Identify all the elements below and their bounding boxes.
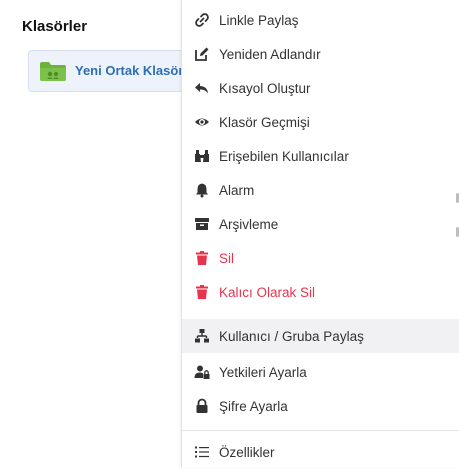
menu-item-set-password[interactable]: Şifre Ayarla	[182, 389, 459, 423]
edit-icon	[194, 46, 210, 62]
menu-item-properties[interactable]: Özellikler	[182, 435, 459, 469]
menu-item-label: Klasör Geçmişi	[219, 114, 310, 130]
network-icon	[194, 328, 210, 344]
menu-item-label: Şifre Ayarla	[219, 398, 288, 414]
menu-item-label: Arşivleme	[219, 216, 279, 232]
menu-item-share-link[interactable]: Linkle Paylaş	[182, 3, 459, 37]
menu-item-label: Alarm	[219, 182, 255, 198]
context-menu: Linkle Paylaş Yeniden Adlandır Kısayol O…	[181, 0, 459, 468]
trash-icon	[194, 284, 210, 300]
menu-item-share-user-group[interactable]: Kullanıcı / Gruba Paylaş	[182, 319, 459, 353]
folder-name: Yeni Ortak Klasör	[75, 63, 184, 78]
user-lock-icon	[194, 364, 210, 380]
menu-item-label: Kısayol Oluştur	[219, 80, 311, 96]
folders-heading: Klasörler	[22, 18, 88, 35]
menu-item-folder-history[interactable]: Klasör Geçmişi	[182, 105, 459, 139]
link-icon	[194, 12, 210, 28]
bell-icon	[194, 182, 210, 198]
menu-divider	[182, 430, 459, 431]
menu-item-rename[interactable]: Yeniden Adlandır	[182, 37, 459, 71]
archive-icon	[194, 216, 210, 232]
eye-icon	[194, 114, 210, 130]
menu-item-alarm[interactable]: Alarm	[182, 173, 459, 207]
menu-item-set-permissions[interactable]: Yetkileri Ayarla	[182, 355, 459, 389]
menu-item-label: Yeniden Adlandır	[219, 46, 321, 62]
list-icon	[194, 444, 210, 460]
trash-icon	[194, 250, 210, 266]
menu-item-delete[interactable]: Sil	[182, 241, 459, 275]
menu-item-label: Kullanıcı / Gruba Paylaş	[219, 328, 364, 344]
menu-item-label: Sil	[219, 250, 235, 266]
menu-item-label: Erişebilen Kullanıcılar	[219, 148, 349, 164]
menu-item-create-shortcut[interactable]: Kısayol Oluştur	[182, 71, 459, 105]
menu-item-label: Özellikler	[219, 444, 275, 460]
binoculars-icon	[194, 148, 210, 164]
shortcut-arrow-icon	[194, 80, 210, 96]
menu-item-archive[interactable]: Arşivleme	[182, 207, 459, 241]
menu-item-label: Yetkileri Ayarla	[219, 364, 307, 380]
menu-item-label: Kalıcı Olarak Sil	[219, 284, 316, 300]
folder-item[interactable]: Yeni Ortak Klasör	[28, 50, 188, 92]
menu-item-delete-permanently[interactable]: Kalıcı Olarak Sil	[182, 275, 459, 309]
menu-item-accessible-users[interactable]: Erişebilen Kullanıcılar	[182, 139, 459, 173]
menu-item-label: Linkle Paylaş	[219, 12, 299, 28]
shared-folder-icon	[39, 60, 67, 82]
lock-icon	[194, 398, 210, 414]
